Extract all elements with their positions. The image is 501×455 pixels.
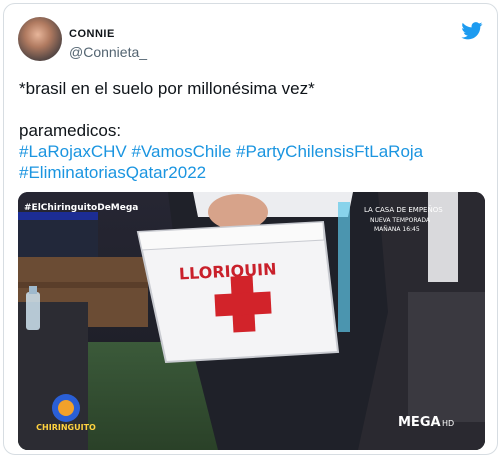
- channel-logo-text: MEGA: [398, 415, 441, 430]
- hashtag-link[interactable]: #LaRojaxCHV: [19, 142, 127, 161]
- promo-line-3: MAÑANA 16:45: [374, 226, 420, 233]
- author-display-name[interactable]: CONNIE: [69, 28, 115, 40]
- author-handle[interactable]: @Connieta_: [69, 44, 147, 60]
- tweet-text: *brasil en el suelo por millonésima vez*…: [19, 78, 489, 183]
- tweet-text-line-1: *brasil en el suelo por millonésima vez*: [19, 79, 315, 98]
- hashtag-link[interactable]: #EliminatoriasQatar2022: [19, 163, 206, 182]
- channel-hd-text: HD: [442, 419, 454, 428]
- promo-line-2: NUEVA TEMPORADA: [370, 217, 431, 224]
- media-hashtag-overlay: #ElChiringuitoDeMega: [24, 203, 138, 213]
- hashtag-link[interactable]: #VamosChile: [131, 142, 231, 161]
- twitter-bird-icon[interactable]: [461, 22, 483, 40]
- hashtag-line: #EliminatoriasQatar2022: [19, 162, 489, 183]
- tweet-card[interactable]: CONNIE @Connieta_ *brasil en el suelo po…: [3, 3, 498, 455]
- hashtag-line: #LaRojaxCHV #VamosChile #PartyChilensisF…: [19, 141, 489, 162]
- tweet-media[interactable]: LLORIQUIN #ElChiringuitoDeMega LA CASA D…: [18, 192, 485, 450]
- show-logo-text: CHIRINGUITO: [36, 423, 96, 432]
- promo-line-1: LA CASA DE EMPEÑOS: [364, 205, 443, 214]
- tweet-text-line-2: paramedicos:: [19, 121, 122, 140]
- hashtag-link[interactable]: #PartyChilensisFtLaRoja: [236, 142, 423, 161]
- media-image: LLORIQUIN #ElChiringuitoDeMega LA CASA D…: [18, 192, 485, 450]
- avatar[interactable]: [18, 17, 62, 61]
